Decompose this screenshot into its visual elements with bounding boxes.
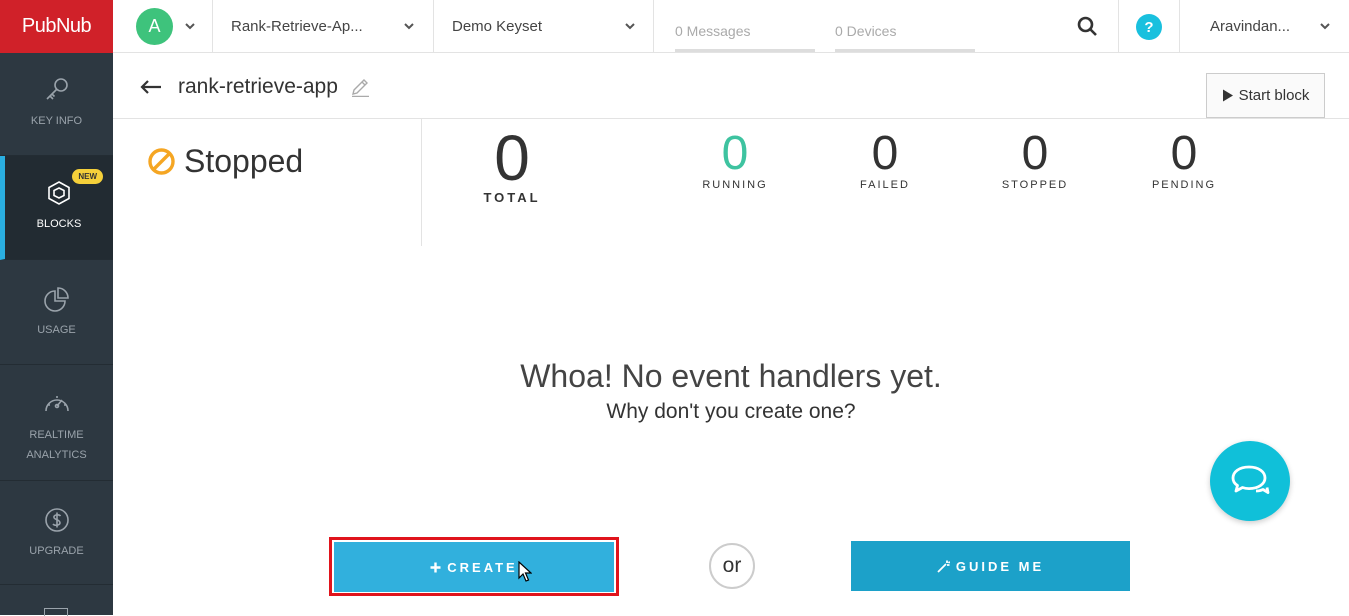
- keyset-dropdown[interactable]: Demo Keyset: [434, 0, 654, 53]
- metric-total-label: TOTAL: [483, 190, 541, 205]
- keyset-dropdown-label: Demo Keyset: [452, 18, 543, 35]
- metric-stopped: 0 STOPPED: [995, 127, 1075, 192]
- metric-failed: 0 FAILED: [845, 127, 925, 192]
- metric-stopped-label: STOPPED: [1001, 179, 1069, 191]
- user-menu[interactable]: Aravindan...: [1210, 18, 1290, 35]
- empty-state-title: Whoa! No event handlers yet.: [520, 358, 942, 394]
- status-label: Stopped: [184, 143, 304, 179]
- sidebar-item-usage[interactable]: USAGE: [0, 260, 113, 365]
- start-block-button[interactable]: Start block: [1206, 73, 1325, 118]
- stopped-icon: [148, 148, 175, 175]
- sidebar-item-realtime-analytics[interactable]: REALTIME ANALYTICS: [0, 365, 113, 481]
- metric-failed-value: 0: [871, 127, 899, 180]
- chevron-down-icon: [625, 23, 635, 30]
- account-menu[interactable]: A: [113, 0, 213, 53]
- sidebar-item-label: BLOCKS: [36, 218, 82, 230]
- guide-me-button-label: GUIDE ME: [955, 558, 1045, 574]
- metric-pending-value: 0: [1170, 127, 1198, 180]
- sidebar-item-label: REALTIME: [29, 429, 84, 441]
- back-arrow-icon[interactable]: [139, 75, 163, 99]
- block-status: Stopped: [147, 143, 303, 180]
- plus-icon: [430, 562, 441, 572]
- avatar[interactable]: A: [136, 8, 173, 45]
- metric-total: 0 TOTAL: [472, 126, 552, 205]
- app-dropdown[interactable]: Rank-Retrieve-Ap...: [213, 0, 434, 53]
- messages-count: 0 Messages: [675, 20, 815, 52]
- or-separator: or: [709, 543, 755, 589]
- page-title: rank-retrieve-app: [178, 75, 338, 98]
- metric-running-value: 0: [721, 127, 749, 180]
- sidebar-item-key-info[interactable]: KEY INFO: [0, 53, 113, 156]
- chat-widget-button[interactable]: [1210, 441, 1290, 521]
- guide-me-button[interactable]: GUIDE ME: [851, 541, 1130, 591]
- metric-total-value: 0: [494, 122, 530, 194]
- search-icon: [1077, 16, 1097, 36]
- help-icon: ?: [1136, 14, 1162, 40]
- dollar-icon: [44, 508, 69, 532]
- search-button[interactable]: [1063, 0, 1119, 53]
- sidebar-item-label: KEY INFO: [30, 115, 83, 127]
- metric-pending: 0 PENDING: [1144, 127, 1224, 192]
- sidebar-item-label: ANALYTICS: [26, 449, 87, 461]
- sidebar-item-upgrade[interactable]: UPGRADE: [0, 481, 113, 585]
- sidebar: PubNub KEY INFO NEW BLOCKS USAGE REALTIM…: [0, 0, 113, 616]
- metric-pending-label: PENDING: [1151, 179, 1217, 191]
- pubnub-logo[interactable]: PubNub: [0, 0, 113, 53]
- top-bar: A Rank-Retrieve-Ap... Demo Keyset 0 Mess…: [113, 0, 1349, 53]
- play-icon: [1222, 89, 1233, 102]
- metric-running-label: RUNNING: [702, 179, 768, 191]
- blocks-icon: [48, 181, 70, 205]
- devices-count: 0 Devices: [835, 20, 975, 52]
- empty-state-subtitle: Why don't you create one?: [606, 400, 856, 423]
- new-badge: NEW: [72, 169, 103, 184]
- mouse-cursor-icon: [518, 561, 532, 582]
- pie-chart-icon: [43, 287, 69, 312]
- metric-stopped-value: 0: [1021, 127, 1049, 180]
- block-header: rank-retrieve-app Start block: [113, 53, 1349, 119]
- sidebar-item-label: UPGRADE: [29, 545, 84, 557]
- magic-wand-icon: [937, 560, 950, 573]
- key-icon: [45, 78, 68, 100]
- chevron-down-icon: [185, 23, 195, 30]
- sidebar-item-label: USAGE: [37, 324, 76, 336]
- app-dropdown-label: Rank-Retrieve-Ap...: [231, 18, 363, 35]
- chat-icon: [1231, 465, 1270, 494]
- create-button[interactable]: CREATE: [334, 542, 614, 592]
- start-block-label: Start block: [1238, 87, 1310, 104]
- help-button[interactable]: ?: [1119, 0, 1180, 53]
- sidebar-item-blocks[interactable]: NEW BLOCKS: [0, 156, 113, 260]
- metric-failed-label: FAILED: [860, 179, 910, 191]
- chevron-down-icon: [1320, 23, 1330, 30]
- metric-running: 0 RUNNING: [695, 127, 775, 192]
- divider: [421, 119, 422, 246]
- create-button-label: CREATE: [447, 559, 518, 575]
- speedometer-icon: [44, 396, 69, 412]
- edit-pencil-icon[interactable]: [350, 77, 370, 97]
- chevron-down-icon: [404, 23, 414, 30]
